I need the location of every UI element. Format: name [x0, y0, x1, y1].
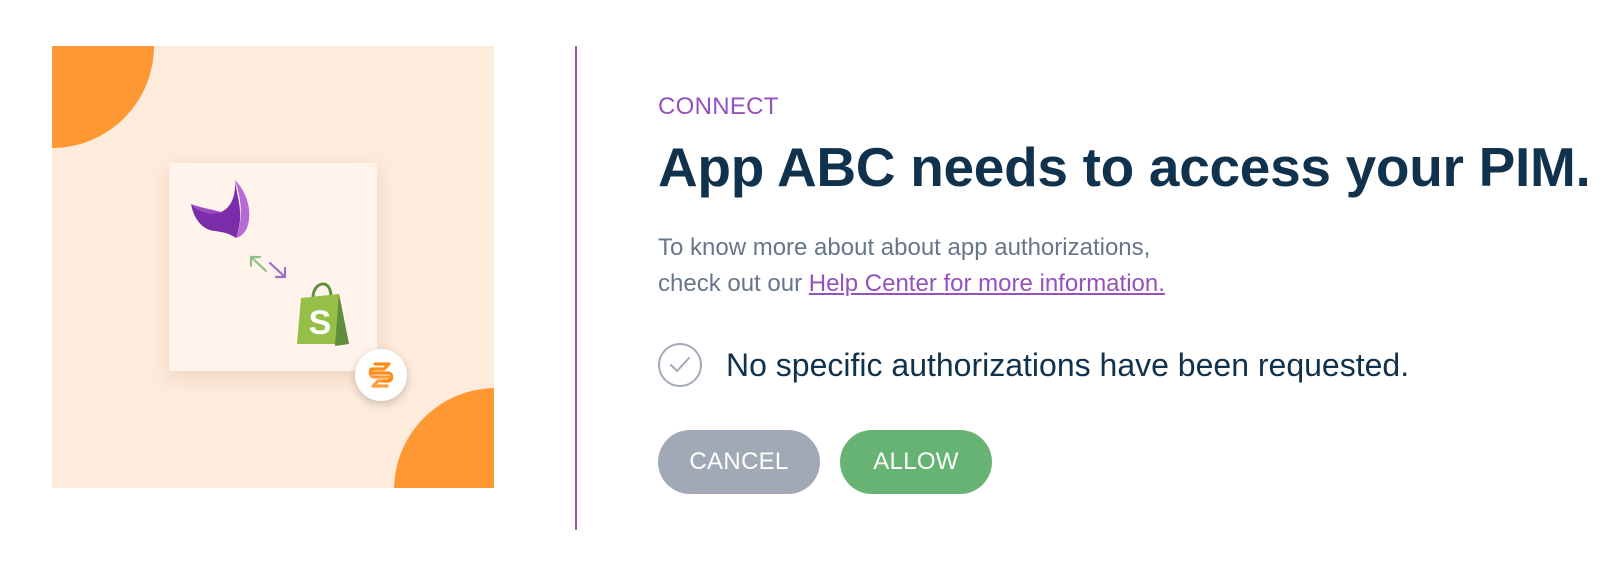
allow-button[interactable]: ALLOW	[840, 430, 992, 494]
cancel-button[interactable]: CANCEL	[658, 430, 820, 494]
vertical-divider	[575, 46, 577, 530]
helper-line-2: check out our Help Center for more infor…	[658, 266, 1578, 302]
orange-corner-shape	[52, 46, 154, 148]
authorization-status: No specific authorizations have been req…	[658, 342, 1578, 388]
helper-line-2-prefix: check out our	[658, 270, 809, 297]
app-illustration: S	[52, 46, 494, 488]
helper-line-1: To know more about about app authorizati…	[658, 234, 1151, 261]
connector-badge	[355, 349, 407, 401]
action-buttons: CANCEL ALLOW	[658, 430, 1578, 494]
help-center-link[interactable]: Help Center for more information.	[809, 270, 1165, 297]
orange-corner-shape	[394, 388, 494, 488]
svg-text:S: S	[309, 304, 332, 342]
connect-panel: CONNECT App ABC needs to access your PIM…	[658, 92, 1591, 494]
helper-text: To know more about about app authorizati…	[658, 230, 1578, 302]
check-circle-icon	[658, 343, 702, 387]
page-title: App ABC needs to access your PIM.	[658, 136, 1591, 198]
akeneo-logo-icon	[191, 180, 250, 238]
swap-arrows-icon	[249, 255, 287, 279]
authorization-message: No specific authorizations have been req…	[726, 346, 1410, 383]
page-subtitle: CONNECT	[658, 93, 779, 120]
shopify-logo-icon: S	[297, 282, 349, 346]
connector-logo-icon	[368, 362, 394, 388]
